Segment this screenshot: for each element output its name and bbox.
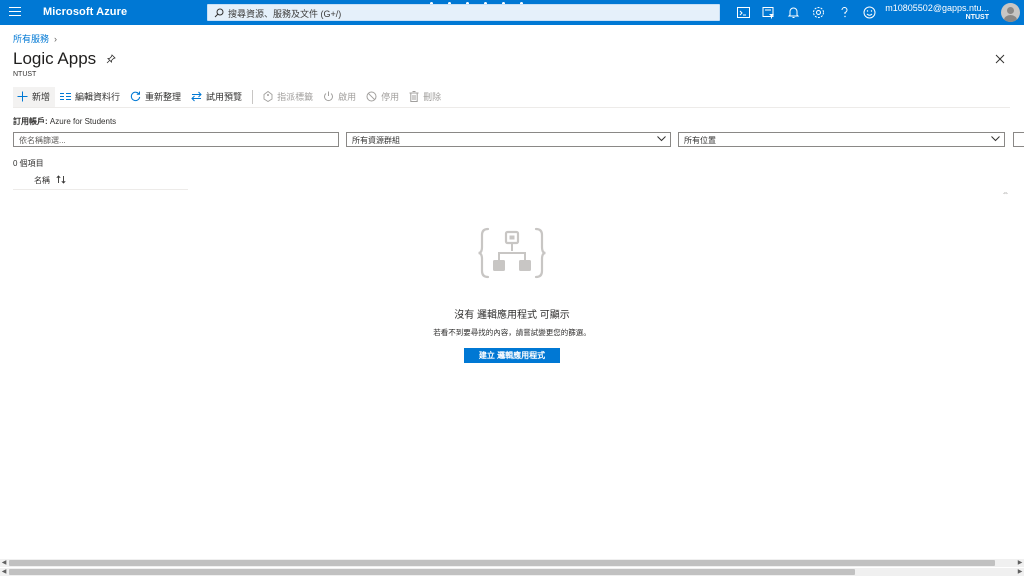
logic-app-icon: [478, 227, 546, 279]
overflow-dropdown[interactable]: [1013, 132, 1024, 147]
breadcrumb-all-services[interactable]: 所有服務: [13, 32, 49, 45]
avatar[interactable]: [1001, 3, 1020, 22]
sort-icon: [56, 175, 66, 184]
command-bar: 新增 編輯資料行 重新整理 試用預覽 指派標籤 啟用 停用 刪除: [13, 86, 1010, 108]
assign-tags-label: 指派標籤: [277, 92, 314, 102]
chevron-down-icon: [657, 136, 666, 142]
help-icon[interactable]: [837, 5, 852, 20]
scroll-right-icon[interactable]: ▶: [1016, 568, 1024, 576]
feedback-smiley-icon[interactable]: [862, 5, 877, 20]
trash-icon: [409, 91, 419, 102]
search-icon: [214, 8, 224, 18]
refresh-icon: [130, 91, 141, 102]
chevron-right-icon: ›: [54, 33, 58, 44]
account-email: m10805502@gapps.ntu...: [885, 3, 989, 13]
edit-columns-label: 編輯資料行: [75, 92, 121, 102]
location-dropdown[interactable]: 所有位置: [678, 132, 1005, 147]
search-placeholder: 搜尋資源、服務及文件 (G+/): [228, 9, 342, 19]
scroll-left-icon[interactable]: ◀: [0, 568, 8, 576]
resize-handle-icon[interactable]: ⇔: [1002, 190, 1009, 197]
switch-arrows-icon: [191, 91, 202, 102]
try-preview-label: 試用預覽: [206, 92, 243, 102]
scrollbar-thumb[interactable]: [9, 560, 995, 566]
breadcrumb: 所有服務 ›: [13, 32, 57, 45]
columns-icon: [60, 93, 72, 100]
column-header-label: 名稱: [34, 176, 50, 185]
cloud-shell-icon[interactable]: [736, 5, 751, 20]
column-header-name[interactable]: 名稱: [13, 170, 188, 190]
chevron-down-icon: [991, 136, 1000, 142]
name-filter-input[interactable]: 依名稱篩選...: [13, 132, 339, 147]
block-icon: [366, 91, 377, 102]
disable-label: 停用: [381, 92, 400, 102]
refresh-label: 重新整理: [145, 92, 182, 102]
directory-filter-icon[interactable]: [761, 5, 776, 20]
enable-label: 啟用: [338, 92, 357, 102]
global-search-input[interactable]: 搜尋資源、服務及文件 (G+/): [207, 4, 720, 21]
delete-button[interactable]: 刪除: [404, 87, 446, 107]
assign-tags-button[interactable]: 指派標籤: [258, 87, 318, 107]
page-subtitle: NTUST: [13, 71, 37, 78]
disable-button[interactable]: 停用: [361, 87, 404, 107]
subscription-label: 訂用帳戶:: [13, 117, 48, 126]
settings-gear-icon[interactable]: [811, 5, 826, 20]
close-icon[interactable]: [995, 54, 1005, 64]
account-tenant: NTUST: [965, 14, 989, 21]
location-value: 所有位置: [684, 136, 716, 145]
pin-icon[interactable]: [106, 54, 116, 64]
scrollbar-thumb[interactable]: [9, 569, 855, 575]
top-bar: Microsoft Azure 搜尋資源、服務及文件 (G+/) m108055…: [0, 0, 1024, 25]
empty-state-title: 沒有 邏輯應用程式 可顯示: [454, 310, 570, 321]
resource-group-dropdown[interactable]: 所有資源群組: [346, 132, 671, 147]
empty-state-description: 若看不到要尋找的內容，請嘗試變更您的篩選。: [433, 328, 591, 337]
power-icon: [324, 91, 334, 102]
scroll-left-icon[interactable]: ◀: [0, 559, 8, 567]
brand-title[interactable]: Microsoft Azure: [43, 6, 127, 18]
create-logic-app-button[interactable]: 建立 邏輯應用程式: [464, 348, 560, 363]
tag-icon: [263, 91, 273, 102]
try-preview-button[interactable]: 試用預覽: [186, 87, 247, 107]
notification-bell-icon[interactable]: [786, 5, 801, 20]
menu-icon[interactable]: [9, 7, 21, 18]
add-button-label: 新增: [32, 92, 51, 102]
horizontal-scrollbar-outer[interactable]: ◀ ▶: [0, 559, 1024, 567]
toolbar-divider: [252, 89, 254, 104]
item-count: 0 個項目: [13, 159, 44, 168]
page-title: Logic Apps: [13, 49, 97, 68]
subscription-filter[interactable]: 訂用帳戶: Azure for Students: [13, 116, 116, 127]
account-menu[interactable]: m10805502@gapps.ntu... NTUST: [885, 3, 989, 21]
scroll-right-icon[interactable]: ▶: [1016, 559, 1024, 567]
edit-columns-button[interactable]: 編輯資料行: [55, 87, 125, 107]
enable-button[interactable]: 啟用: [318, 87, 361, 107]
plus-icon: [17, 91, 28, 102]
horizontal-scrollbar-inner[interactable]: ◀ ▶: [0, 568, 1024, 576]
resource-group-value: 所有資源群組: [352, 136, 400, 145]
add-button[interactable]: 新增: [13, 86, 56, 107]
delete-label: 刪除: [423, 92, 442, 102]
subscription-value: Azure for Students: [49, 117, 117, 126]
refresh-button[interactable]: 重新整理: [125, 87, 186, 107]
